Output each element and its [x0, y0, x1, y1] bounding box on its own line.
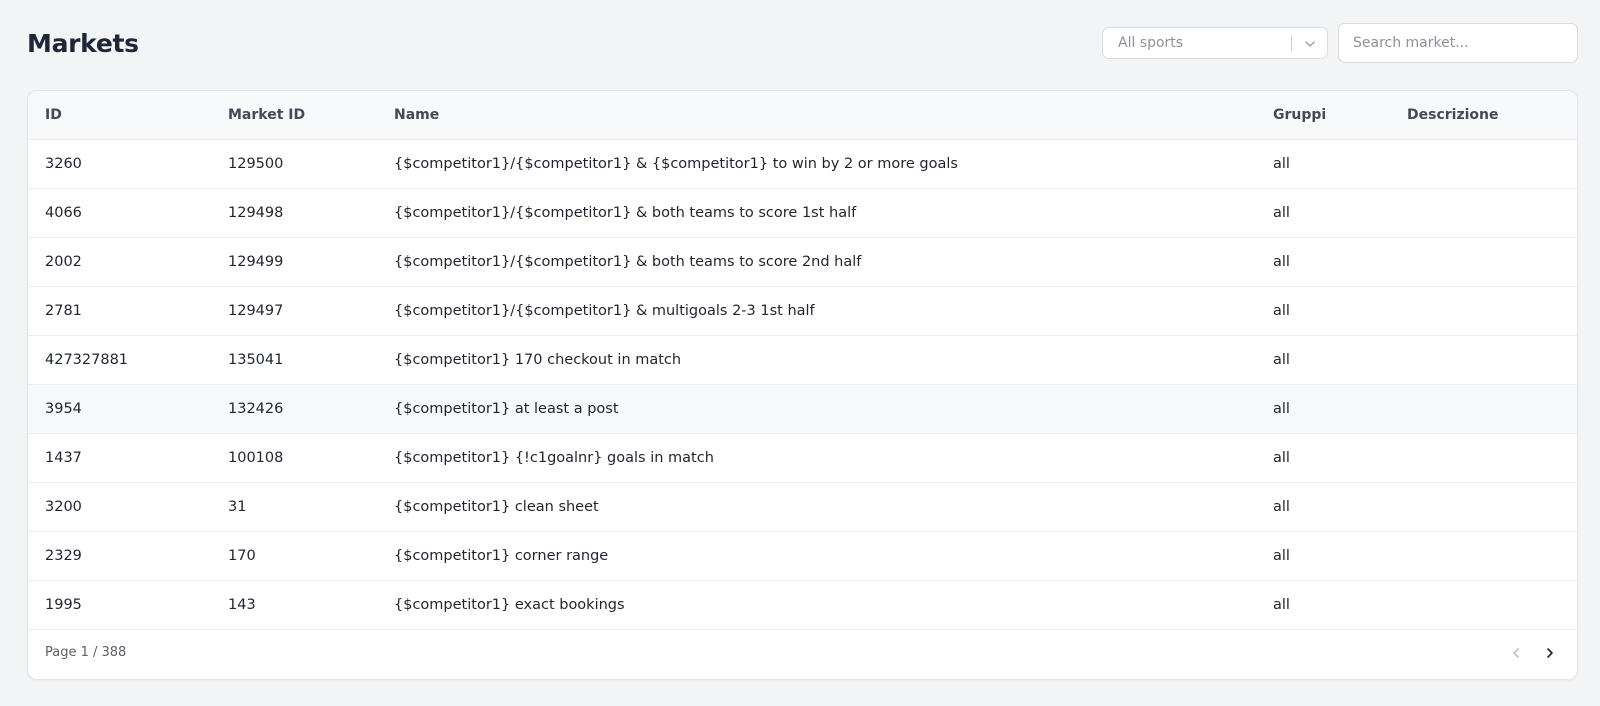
cell-market-id: 129497: [228, 303, 284, 319]
cell-name: {$competitor1} clean sheet: [394, 499, 599, 515]
column-header-name[interactable]: Name: [394, 107, 439, 123]
cell-gruppi: all: [1273, 254, 1290, 270]
page-indicator: Page 1 / 388: [45, 645, 127, 660]
cell-id: 3260: [45, 156, 82, 172]
table-row[interactable]: 4066 129498 {$competitor1}/{$competitor1…: [28, 189, 1577, 238]
cell-id: 3954: [45, 401, 82, 417]
cell-market-id: 31: [228, 499, 247, 515]
cell-name: {$competitor1}/{$competitor1} & {$compet…: [394, 156, 958, 172]
table-row[interactable]: 1995 143 {$competitor1} exact bookings a…: [28, 581, 1577, 630]
sport-select-value: All sports: [1118, 35, 1184, 51]
cell-market-id: 100108: [228, 450, 284, 466]
table-row[interactable]: 3260 129500 {$competitor1}/{$competitor1…: [28, 140, 1577, 189]
cell-name: {$competitor1} exact bookings: [394, 597, 625, 613]
markets-page: Markets All sports ID Market ID Name Gru…: [0, 0, 1600, 706]
cell-name: {$competitor1} {!c1goalnr} goals in matc…: [394, 450, 714, 466]
column-header-gruppi[interactable]: Gruppi: [1273, 107, 1326, 123]
cell-name: {$competitor1}/{$competitor1} & both tea…: [394, 205, 857, 221]
page-header: Markets All sports: [27, 22, 1578, 64]
cell-market-id: 129498: [228, 205, 284, 221]
table-footer: Page 1 / 388: [28, 626, 1577, 679]
filter-controls: All sports: [1102, 23, 1578, 63]
select-separator: [1291, 36, 1292, 51]
table-row[interactable]: 2002 129499 {$competitor1}/{$competitor1…: [28, 238, 1577, 287]
cell-id: 1995: [45, 597, 82, 613]
cell-market-id: 170: [228, 548, 256, 564]
sport-select[interactable]: All sports: [1102, 27, 1328, 59]
cell-gruppi: all: [1273, 499, 1290, 515]
cell-gruppi: all: [1273, 548, 1290, 564]
cell-gruppi: all: [1273, 352, 1290, 368]
cell-id: 4066: [45, 205, 82, 221]
chevron-left-icon: [1513, 647, 1519, 658]
cell-id: 3200: [45, 499, 82, 515]
column-header-id[interactable]: ID: [45, 107, 62, 123]
cell-gruppi: all: [1273, 205, 1290, 221]
cell-id: 2781: [45, 303, 82, 319]
cell-gruppi: all: [1273, 450, 1290, 466]
cell-gruppi: all: [1273, 597, 1290, 613]
chevron-down-icon[interactable]: [1303, 37, 1317, 51]
cell-id: 2329: [45, 548, 82, 564]
table-row[interactable]: 2781 129497 {$competitor1}/{$competitor1…: [28, 287, 1577, 336]
table-header: ID Market ID Name Gruppi Descrizione: [28, 91, 1577, 140]
table-row[interactable]: 3200 31 {$competitor1} clean sheet all: [28, 483, 1577, 532]
cell-gruppi: all: [1273, 156, 1290, 172]
column-header-market-id[interactable]: Market ID: [228, 107, 305, 123]
cell-market-id: 143: [228, 597, 256, 613]
table-row[interactable]: 3954 132426 {$competitor1} at least a po…: [28, 385, 1577, 434]
cell-market-id: 135041: [228, 352, 284, 368]
cell-id: 427327881: [45, 352, 129, 368]
table-row[interactable]: 1437 100108 {$competitor1} {!c1goalnr} g…: [28, 434, 1577, 483]
page-title: Markets: [27, 28, 139, 58]
chevron-right-icon: [1547, 647, 1553, 658]
cell-name: {$competitor1}/{$competitor1} & multigoa…: [394, 303, 815, 319]
table-row[interactable]: 2329 170 {$competitor1} corner range all: [28, 532, 1577, 581]
cell-gruppi: all: [1273, 303, 1290, 319]
search-input[interactable]: [1338, 23, 1578, 63]
cell-id: 2002: [45, 254, 82, 270]
column-header-descrizione[interactable]: Descrizione: [1407, 107, 1498, 123]
cell-name: {$competitor1} corner range: [394, 548, 609, 564]
cell-name: {$competitor1}/{$competitor1} & both tea…: [394, 254, 862, 270]
cell-market-id: 129499: [228, 254, 284, 270]
prev-page-button[interactable]: [1506, 643, 1526, 663]
table-row[interactable]: 427327881 135041 {$competitor1} 170 chec…: [28, 336, 1577, 385]
pagination-controls: [1506, 643, 1560, 663]
cell-name: {$competitor1} at least a post: [394, 401, 619, 417]
cell-id: 1437: [45, 450, 82, 466]
cell-market-id: 129500: [228, 156, 284, 172]
cell-name: {$competitor1} 170 checkout in match: [394, 352, 682, 368]
next-page-button[interactable]: [1540, 643, 1560, 663]
cell-market-id: 132426: [228, 401, 284, 417]
cell-gruppi: all: [1273, 401, 1290, 417]
markets-table: ID Market ID Name Gruppi Descrizione 326…: [27, 90, 1578, 680]
